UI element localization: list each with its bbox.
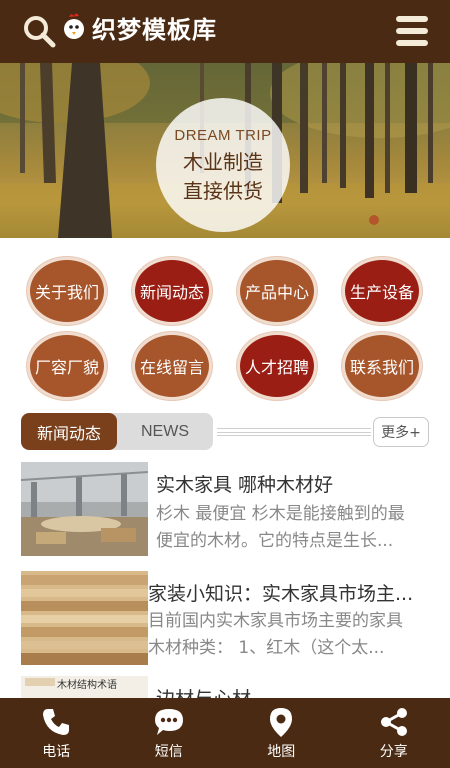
chicken-mascot-icon — [64, 13, 84, 39]
hero-banner[interactable]: DREAM TRIP 木业制造 直接供货 — [0, 63, 450, 238]
tab-news-en[interactable]: NEWS — [117, 413, 213, 450]
news-thumbnail-terms[interactable]: 木材结构术语 — [21, 676, 148, 698]
footer-map-button[interactable]: 地图 — [225, 698, 338, 768]
footer-sms-label: 短信 — [154, 743, 183, 760]
top-header: 织梦模板库 — [0, 0, 450, 63]
phone-icon — [43, 708, 70, 735]
hamburger-menu-icon[interactable] — [396, 16, 428, 46]
news-description: 杉木 最便宜 杉木是能接触到的最便宜的木材。它的特点是生长... — [156, 504, 405, 551]
logo-text: 织梦模板库 — [92, 15, 217, 44]
banner-slogan-line1: 木业制造 — [183, 149, 263, 174]
tab-divider-lines — [217, 428, 371, 436]
nav-news[interactable]: 新闻动态 — [132, 257, 212, 325]
share-icon — [380, 707, 407, 736]
bottom-nav-bar: 电话 短信 地图 分享 — [0, 698, 450, 768]
news-thumbnail-factory[interactable] — [21, 462, 148, 556]
nav-message[interactable]: 在线留言 — [132, 332, 212, 400]
banner-slogan-line2: 直接供货 — [183, 178, 263, 203]
search-icon[interactable] — [22, 14, 56, 48]
nav-equipment[interactable]: 生产设备 — [342, 257, 422, 325]
news-title[interactable]: 实木家具 哪种木材好 — [156, 470, 436, 497]
site-logo[interactable]: 织梦模板库 — [62, 8, 217, 46]
nav-factory[interactable]: 厂容厂貌 — [27, 332, 107, 400]
banner-slogan-circle: DREAM TRIP 木业制造 直接供货 — [156, 98, 290, 232]
footer-share-button[interactable]: 分享 — [338, 698, 450, 768]
nav-jobs[interactable]: 人才招聘 — [237, 332, 317, 400]
footer-map-label: 地图 — [267, 743, 296, 760]
carousel-indicator-dot[interactable] — [369, 215, 379, 225]
news-title[interactable]: 家装小知识：实木家具市场主... — [148, 579, 428, 606]
footer-share-label: 分享 — [379, 743, 408, 760]
nav-contact[interactable]: 联系我们 — [342, 332, 422, 400]
more-button[interactable]: 更多+ — [373, 417, 429, 447]
nav-products[interactable]: 产品中心 — [237, 257, 317, 325]
map-pin-icon — [270, 707, 293, 737]
footer-phone-button[interactable]: 电话 — [0, 698, 113, 768]
news-thumbnail-planks[interactable] — [21, 571, 148, 665]
banner-english-text: DREAM TRIP — [174, 126, 272, 144]
news-description: 目前国内实木家具市场主要的家具木材种类： 1、红木（这个太... — [148, 611, 403, 658]
tab-news-active[interactable]: 新闻动态 — [21, 413, 117, 450]
footer-phone-label: 电话 — [42, 743, 71, 760]
thumbnail-caption: 木材结构术语 — [57, 680, 117, 691]
footer-sms-button[interactable]: 短信 — [113, 698, 226, 768]
sms-icon — [154, 708, 183, 735]
news-tabs: 新闻动态 NEWS — [21, 413, 213, 450]
nav-about-us[interactable]: 关于我们 — [27, 257, 107, 325]
